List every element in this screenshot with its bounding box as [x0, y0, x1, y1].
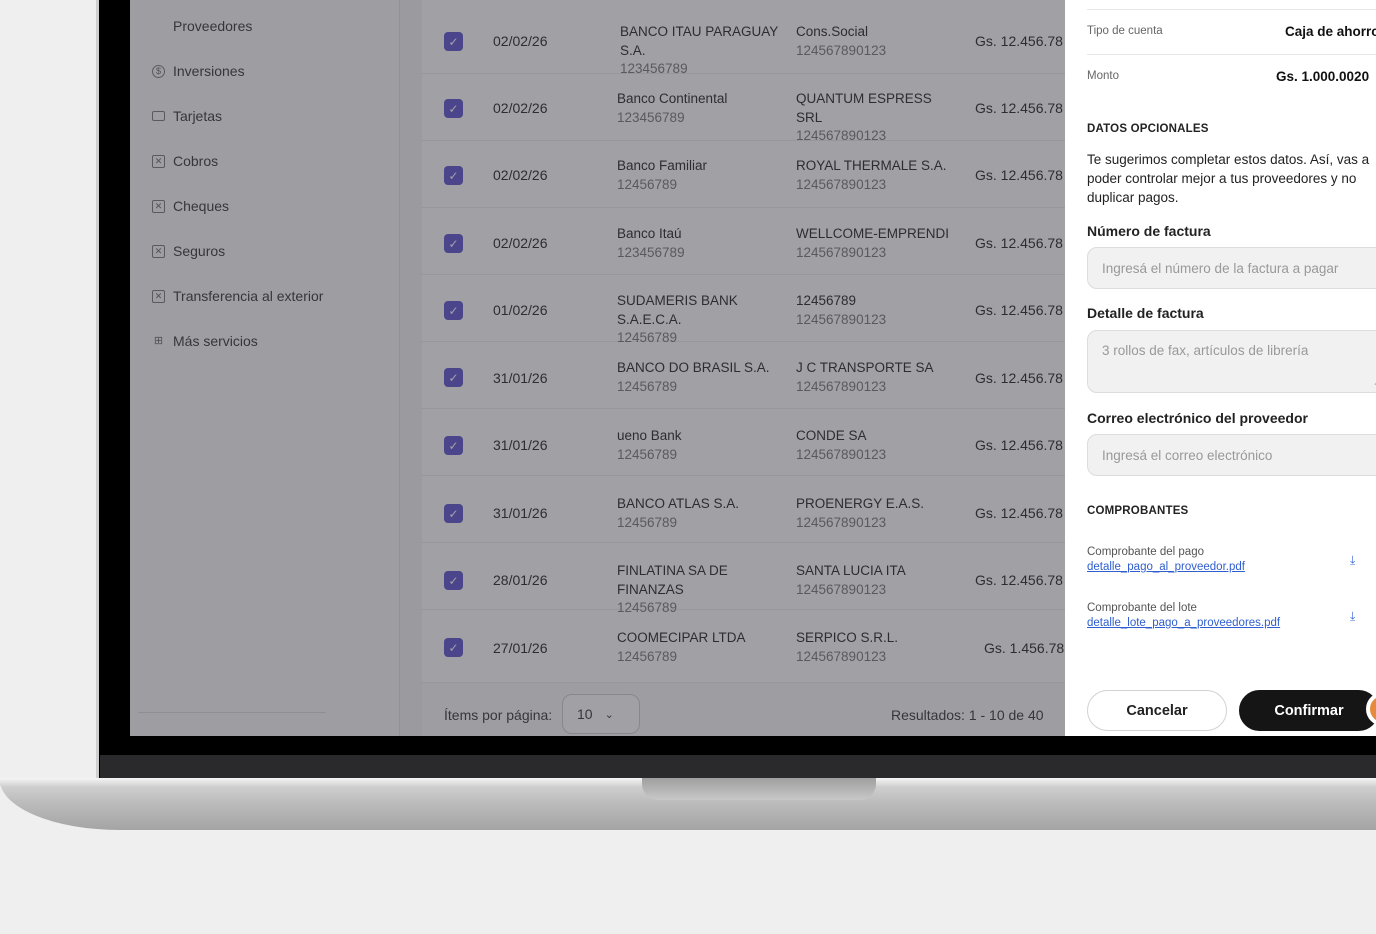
- divider: [1087, 9, 1376, 10]
- receipt-batch-link[interactable]: detalle_lote_pago_a_proveedores.pdf: [1087, 617, 1280, 629]
- app-screen: Proveedores $ Inversiones Tarjetas ✕ Cob…: [130, 0, 1376, 736]
- receipt-payment-link[interactable]: detalle_pago_al_proveedor.pdf: [1087, 561, 1245, 573]
- invoice-detail-placeholder: 3 rollos de fax, artículos de librería: [1102, 343, 1309, 358]
- modal-backdrop[interactable]: [130, 0, 1065, 736]
- laptop-bottom-strip: [100, 755, 1376, 780]
- account-type-value: Caja de ahorro: [1285, 24, 1376, 39]
- email-label: Correo electrónico del proveedor: [1087, 410, 1308, 426]
- optional-data-helper: Te sugerimos completar estos datos. Así,…: [1087, 152, 1370, 205]
- amount-label: Monto: [1087, 70, 1119, 82]
- email-placeholder: Ingresá el correo electrónico: [1102, 447, 1273, 463]
- invoice-detail-textarea[interactable]: 3 rollos de fax, artículos de librería ⁄…: [1087, 330, 1376, 393]
- divider: [1087, 54, 1376, 55]
- receipt-payment-caption: Comprobante del pago: [1087, 546, 1204, 558]
- receipts-title: COMPROBANTES: [1087, 505, 1189, 517]
- account-type-label: Tipo de cuenta: [1087, 25, 1163, 37]
- invoice-number-input[interactable]: Ingresá el número de la factura a pagar: [1087, 247, 1376, 289]
- optional-data-title: DATOS OPCIONALES: [1087, 123, 1209, 135]
- invoice-number-placeholder: Ingresá el número de la factura a pagar: [1102, 260, 1339, 276]
- invoice-number-label: Número de factura: [1087, 223, 1211, 239]
- receipt-batch-caption: Comprobante del lote: [1087, 602, 1197, 614]
- payment-detail-drawer: Tipo de cuenta Caja de ahorro Monto Gs. …: [1065, 0, 1376, 736]
- download-icon[interactable]: ⤓: [1350, 553, 1364, 567]
- amount-value: Gs. 1.000.0020: [1276, 69, 1370, 84]
- confirm-button[interactable]: Confirmar: [1239, 690, 1376, 731]
- email-input[interactable]: Ingresá el correo electrónico: [1087, 434, 1376, 476]
- cancel-button[interactable]: Cancelar: [1087, 690, 1227, 731]
- download-icon[interactable]: ⤓: [1350, 609, 1364, 623]
- laptop-hinge-notch: [642, 778, 876, 800]
- invoice-detail-label: Detalle de factura: [1087, 305, 1204, 321]
